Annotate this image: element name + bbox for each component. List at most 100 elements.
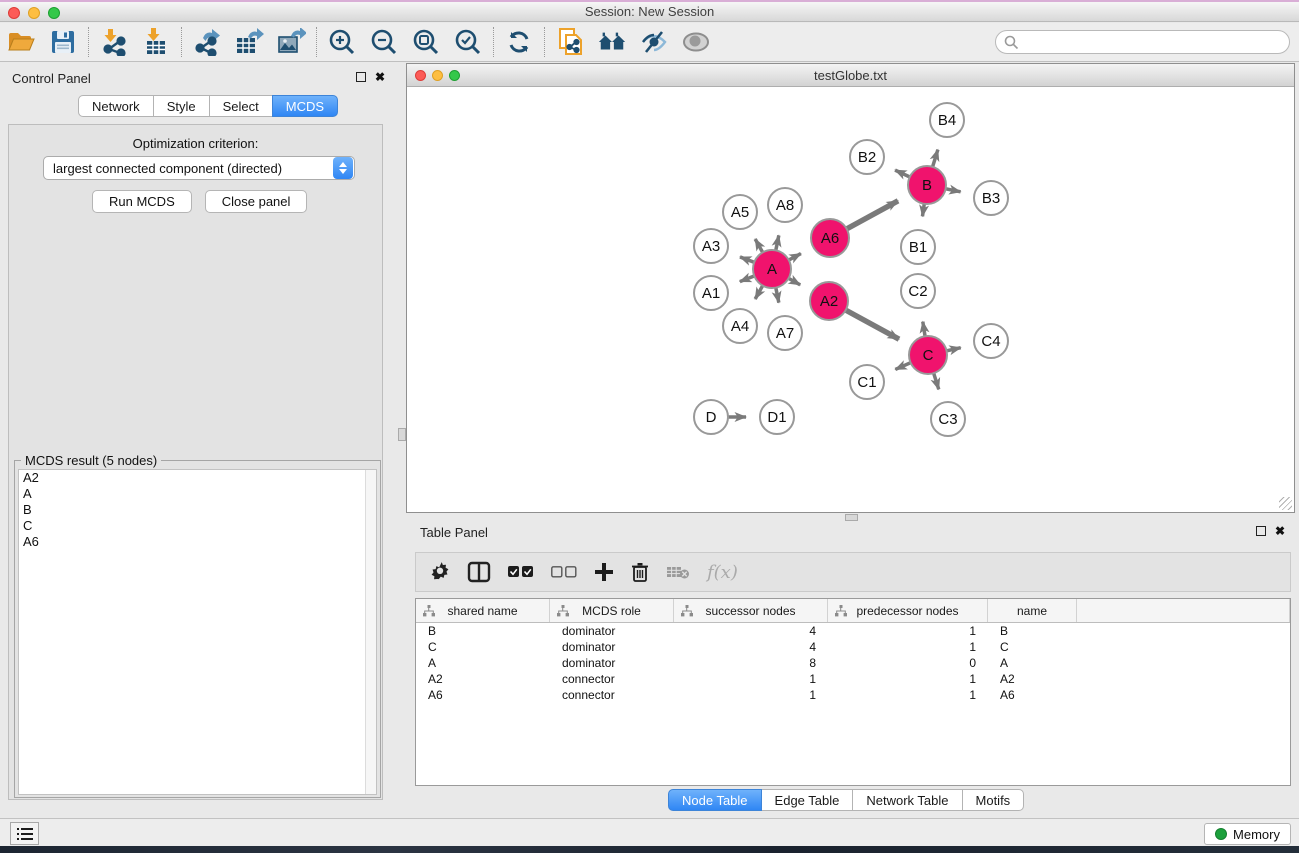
deselect-all-checkboxes-icon[interactable] <box>551 560 577 584</box>
splitter-grip[interactable] <box>398 428 406 441</box>
tab-motifs[interactable]: Motifs <box>962 789 1025 811</box>
open-session-icon[interactable] <box>6 27 36 57</box>
table-cell[interactable]: dominator <box>550 656 674 670</box>
graph-node-A7[interactable]: A7 <box>768 316 802 350</box>
show-column-icon[interactable] <box>467 560 491 584</box>
graph-node-B3[interactable]: B3 <box>974 181 1008 215</box>
table-row[interactable]: Adominator80A <box>416 655 1290 671</box>
search-field[interactable] <box>995 30 1290 54</box>
minimize-window-button[interactable] <box>28 7 40 19</box>
float-panel-icon[interactable] <box>356 72 366 82</box>
graph-node-B2[interactable]: B2 <box>850 140 884 174</box>
table-cell[interactable]: connector <box>550 672 674 686</box>
result-list-item[interactable]: A2 <box>19 470 376 486</box>
graph-node-D[interactable]: D <box>694 400 728 434</box>
table-cell[interactable]: A6 <box>988 688 1077 702</box>
table-cell[interactable]: A2 <box>416 672 550 686</box>
graph-node-A1[interactable]: A1 <box>694 276 728 310</box>
network-window-titlebar[interactable]: testGlobe.txt <box>407 64 1294 87</box>
export-image-icon[interactable] <box>276 27 306 57</box>
minimize-view-button[interactable] <box>432 70 443 81</box>
close-view-button[interactable] <box>415 70 426 81</box>
table-cell[interactable]: 4 <box>674 640 828 654</box>
graph-node-C2[interactable]: C2 <box>901 274 935 308</box>
zoom-out-icon[interactable] <box>369 27 399 57</box>
graph-node-C1[interactable]: C1 <box>850 365 884 399</box>
export-table-icon[interactable] <box>234 27 264 57</box>
table-cell[interactable]: B <box>988 624 1077 638</box>
result-list-item[interactable]: C <box>19 518 376 534</box>
column-header-MCDS-role[interactable]: MCDS role <box>550 599 674 622</box>
column-header-name[interactable]: name <box>988 599 1077 622</box>
import-network-icon[interactable] <box>99 27 129 57</box>
scrollbar-track[interactable] <box>365 470 376 794</box>
delete-column-icon[interactable] <box>631 560 649 584</box>
result-list-item[interactable]: A <box>19 486 376 502</box>
new-network-from-selection-icon[interactable] <box>555 27 585 57</box>
table-cell[interactable]: 1 <box>828 640 988 654</box>
tab-network-table[interactable]: Network Table <box>852 789 962 811</box>
table-cell[interactable]: C <box>988 640 1077 654</box>
show-panels-button[interactable] <box>10 822 39 845</box>
result-list-item[interactable]: A6 <box>19 534 376 550</box>
search-input[interactable] <box>1019 35 1289 50</box>
export-network-icon[interactable] <box>192 27 222 57</box>
table-cell[interactable]: 4 <box>674 624 828 638</box>
graph-node-C3[interactable]: C3 <box>931 402 965 436</box>
zoom-in-icon[interactable] <box>327 27 357 57</box>
optimization-criterion-dropdown[interactable]: largest connected component (directed) <box>43 156 355 180</box>
refresh-icon[interactable] <box>504 27 534 57</box>
tab-node-table[interactable]: Node Table <box>668 789 762 811</box>
close-window-button[interactable] <box>8 7 20 19</box>
table-cell[interactable]: connector <box>550 688 674 702</box>
table-row[interactable]: Cdominator41C <box>416 639 1290 655</box>
first-neighbors-icon[interactable] <box>597 27 627 57</box>
graph-node-B[interactable]: B <box>908 166 946 204</box>
graph-node-A8[interactable]: A8 <box>768 188 802 222</box>
zoom-view-button[interactable] <box>449 70 460 81</box>
column-header-shared-name[interactable]: shared name <box>416 599 550 622</box>
table-cell[interactable]: C <box>416 640 550 654</box>
table-row[interactable]: Bdominator41B <box>416 623 1290 639</box>
close-panel-icon[interactable]: ✖ <box>1275 526 1285 536</box>
zoom-fit-icon[interactable] <box>411 27 441 57</box>
graph-node-A3[interactable]: A3 <box>694 229 728 263</box>
column-header-predecessor-nodes[interactable]: predecessor nodes <box>828 599 988 622</box>
table-row[interactable]: A2connector11A2 <box>416 671 1290 687</box>
hide-selected-icon[interactable] <box>639 27 669 57</box>
zoom-window-button[interactable] <box>48 7 60 19</box>
table-cell[interactable]: A <box>988 656 1077 670</box>
graph-node-B4[interactable]: B4 <box>930 103 964 137</box>
import-table-icon[interactable] <box>141 27 171 57</box>
table-cell[interactable]: 1 <box>828 672 988 686</box>
column-header-successor-nodes[interactable]: successor nodes <box>674 599 828 622</box>
table-cell[interactable]: A2 <box>988 672 1077 686</box>
splitter-grip[interactable] <box>845 514 858 521</box>
settings-gear-icon[interactable] <box>430 560 450 584</box>
tab-select[interactable]: Select <box>209 95 273 117</box>
zoom-selected-icon[interactable] <box>453 27 483 57</box>
table-cell[interactable]: B <box>416 624 550 638</box>
graph-node-A2[interactable]: A2 <box>810 282 848 320</box>
add-column-icon[interactable] <box>594 560 614 584</box>
tab-edge-table[interactable]: Edge Table <box>761 789 854 811</box>
graph-node-C[interactable]: C <box>909 336 947 374</box>
table-cell[interactable]: 0 <box>828 656 988 670</box>
graph-node-C4[interactable]: C4 <box>974 324 1008 358</box>
tab-mcds[interactable]: MCDS <box>272 95 338 117</box>
select-all-checkboxes-icon[interactable] <box>508 560 534 584</box>
close-panel-icon[interactable]: ✖ <box>375 72 385 82</box>
graph-node-A6[interactable]: A6 <box>811 219 849 257</box>
graph-node-A4[interactable]: A4 <box>723 309 757 343</box>
table-cell[interactable]: A6 <box>416 688 550 702</box>
tab-network[interactable]: Network <box>78 95 154 117</box>
run-mcds-button[interactable]: Run MCDS <box>92 190 192 213</box>
table-cell[interactable]: 1 <box>674 672 828 686</box>
table-row[interactable]: A6connector11A6 <box>416 687 1290 703</box>
mcds-result-list[interactable]: A2ABCA6 <box>18 469 377 795</box>
window-resize-grip[interactable] <box>1279 497 1292 510</box>
graph-node-B1[interactable]: B1 <box>901 230 935 264</box>
tab-style[interactable]: Style <box>153 95 210 117</box>
table-cell[interactable]: 8 <box>674 656 828 670</box>
result-list-item[interactable]: B <box>19 502 376 518</box>
